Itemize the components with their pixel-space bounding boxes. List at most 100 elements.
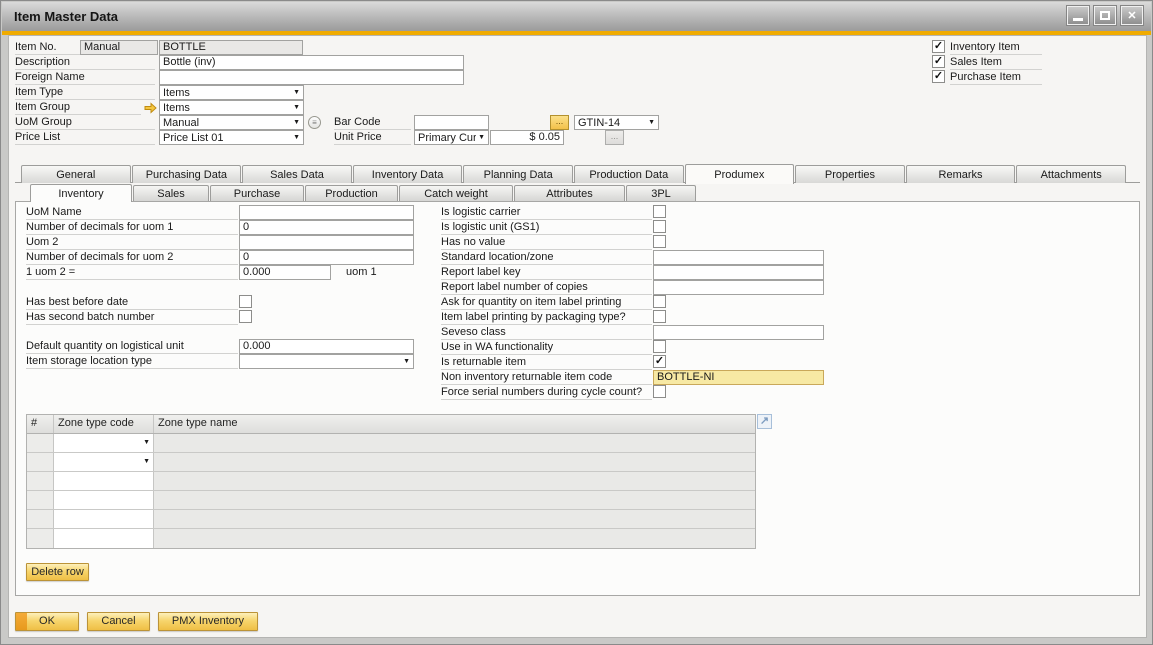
standard-location-field[interactable]	[653, 250, 824, 265]
uom-name-field[interactable]	[239, 205, 414, 220]
price-list-select[interactable]: Price List 01 ▼	[159, 130, 304, 145]
bar-code-browse-button[interactable]: ...	[550, 115, 569, 130]
storage-location-type-label: Item storage location type	[26, 355, 238, 369]
chevron-down-icon: ▼	[648, 119, 655, 126]
item-master-data-window: Item Master Data ✕ Item No. Manual BOTTL…	[0, 0, 1153, 645]
tab-properties[interactable]: Properties	[795, 165, 905, 183]
minimize-button[interactable]	[1067, 6, 1089, 25]
unit-price-field[interactable]: $ 0.05	[490, 130, 564, 145]
chevron-down-icon[interactable]: ▼	[143, 458, 150, 465]
bar-code-field[interactable]	[414, 115, 489, 130]
inventory-item-checkbox[interactable]: ✓	[932, 40, 945, 53]
default-qty-field[interactable]: 0.000	[239, 339, 414, 354]
tab-purchasing-data[interactable]: Purchasing Data	[132, 165, 242, 183]
second-batch-checkbox[interactable]: ✓	[239, 310, 252, 323]
item-no-field[interactable]: BOTTLE	[159, 40, 303, 55]
close-button[interactable]: ✕	[1121, 6, 1143, 25]
zone-type-code-cell[interactable]	[54, 491, 154, 509]
cancel-button[interactable]: Cancel	[87, 612, 150, 631]
subtab-attributes[interactable]: Attributes	[514, 185, 625, 201]
tab-general[interactable]: General	[21, 165, 131, 183]
tab-remarks[interactable]: Remarks	[906, 165, 1016, 183]
title-bar[interactable]: Item Master Data	[2, 2, 1151, 31]
sales-item-label: Sales Item	[950, 56, 1042, 70]
subtab-production[interactable]: Production	[305, 185, 398, 201]
zone-type-code-cell[interactable]	[54, 510, 154, 528]
link-arrow-icon[interactable]	[144, 102, 157, 114]
logistic-carrier-checkbox[interactable]: ✓	[653, 205, 666, 218]
window-controls: ✕	[1067, 6, 1143, 25]
unit-price-browse-button[interactable]: ...	[605, 130, 624, 145]
value-help-icon[interactable]: ≡	[308, 116, 321, 129]
tab-inventory-data[interactable]: Inventory Data	[353, 165, 463, 183]
uom-conversion-field[interactable]: 0.000	[239, 265, 331, 280]
has-no-value-label: Has no value	[441, 236, 652, 250]
logistic-carrier-label: Is logistic carrier	[441, 206, 652, 220]
non-inventory-returnable-label: Non inventory returnable item code	[441, 371, 652, 385]
decimals-uom1-field[interactable]: 0	[239, 220, 414, 235]
tab-planning-data[interactable]: Planning Data	[463, 165, 573, 183]
chevron-down-icon: ▼	[403, 358, 410, 365]
zone-type-code-cell[interactable]	[54, 529, 154, 548]
zone-type-code-cell[interactable]	[54, 472, 154, 490]
close-icon: ✕	[1127, 9, 1136, 22]
delete-row-button[interactable]: Delete row	[26, 563, 89, 581]
tab-attachments[interactable]: Attachments	[1016, 165, 1126, 183]
sales-item-checkbox[interactable]: ✓	[932, 55, 945, 68]
decimals-uom1-label: Number of decimals for uom 1	[26, 221, 238, 235]
subtab-sales[interactable]: Sales	[133, 185, 209, 201]
maximize-icon	[1100, 11, 1110, 20]
force-serial-checkbox[interactable]: ✓	[653, 385, 666, 398]
foreign-name-field[interactable]	[159, 70, 464, 85]
returnable-item-label: Is returnable item	[441, 356, 652, 370]
subtab-inventory[interactable]: Inventory	[30, 184, 132, 202]
check-icon: ✓	[655, 355, 664, 367]
report-label-copies-field[interactable]	[653, 280, 824, 295]
bar-code-type-select[interactable]: GTIN-14 ▼	[574, 115, 659, 130]
label-by-packaging-checkbox[interactable]: ✓	[653, 310, 666, 323]
item-no-mode-combo[interactable]: Manual	[80, 40, 158, 55]
best-before-checkbox[interactable]: ✓	[239, 295, 252, 308]
seveso-class-field[interactable]	[653, 325, 824, 340]
zone-type-code-cell[interactable]: ▼	[54, 434, 154, 452]
expand-grid-icon[interactable]: ↗	[757, 414, 772, 429]
default-qty-label: Default quantity on logistical unit	[26, 340, 238, 354]
ask-qty-label: Ask for quantity on item label printing	[441, 296, 652, 310]
item-type-select[interactable]: Items ▼	[159, 85, 304, 100]
check-icon: ✓	[934, 40, 943, 52]
logistic-unit-checkbox[interactable]: ✓	[653, 220, 666, 233]
uom2-field[interactable]	[239, 235, 414, 250]
force-serial-label: Force serial numbers during cycle count?	[441, 386, 652, 400]
maximize-button[interactable]	[1094, 6, 1116, 25]
has-no-value-checkbox[interactable]: ✓	[653, 235, 666, 248]
ask-qty-checkbox[interactable]: ✓	[653, 295, 666, 308]
pmx-inventory-button[interactable]: PMX Inventory	[158, 612, 258, 631]
zone-type-code-cell[interactable]: ▼	[54, 453, 154, 471]
subtab-catch-weight[interactable]: Catch weight	[399, 185, 513, 201]
item-group-select[interactable]: Items ▼	[159, 100, 304, 115]
sub-tab-strip: Inventory Sales Purchase Production Catc…	[30, 184, 696, 202]
wa-functionality-checkbox[interactable]: ✓	[653, 340, 666, 353]
returnable-item-checkbox[interactable]: ✓	[653, 355, 666, 368]
uom-group-select[interactable]: Manual ▼	[159, 115, 304, 130]
subtab-purchase[interactable]: Purchase	[210, 185, 304, 201]
ok-button[interactable]: OK	[15, 612, 79, 631]
zone-table-header: # Zone type code Zone type name	[27, 415, 755, 434]
report-label-key-field[interactable]	[653, 265, 824, 280]
table-row	[27, 472, 755, 491]
tab-produmex[interactable]: Produmex	[685, 164, 795, 184]
description-field[interactable]: Bottle (inv)	[159, 55, 464, 70]
tab-sales-data[interactable]: Sales Data	[242, 165, 352, 183]
decimals-uom2-field[interactable]: 0	[239, 250, 414, 265]
tab-production-data[interactable]: Production Data	[574, 165, 684, 183]
col-header-num: #	[27, 415, 54, 433]
inventory-item-label: Inventory Item	[950, 41, 1042, 55]
non-inventory-returnable-field[interactable]: BOTTLE-NI	[653, 370, 824, 385]
storage-location-type-select[interactable]: ▼	[239, 354, 414, 369]
unit-price-currency-select[interactable]: Primary Curr ▼	[414, 130, 489, 145]
table-row	[27, 510, 755, 529]
purchase-item-checkbox[interactable]: ✓	[932, 70, 945, 83]
subtab-3pl[interactable]: 3PL	[626, 185, 696, 201]
chevron-down-icon: ▼	[478, 134, 485, 141]
chevron-down-icon[interactable]: ▼	[143, 439, 150, 446]
